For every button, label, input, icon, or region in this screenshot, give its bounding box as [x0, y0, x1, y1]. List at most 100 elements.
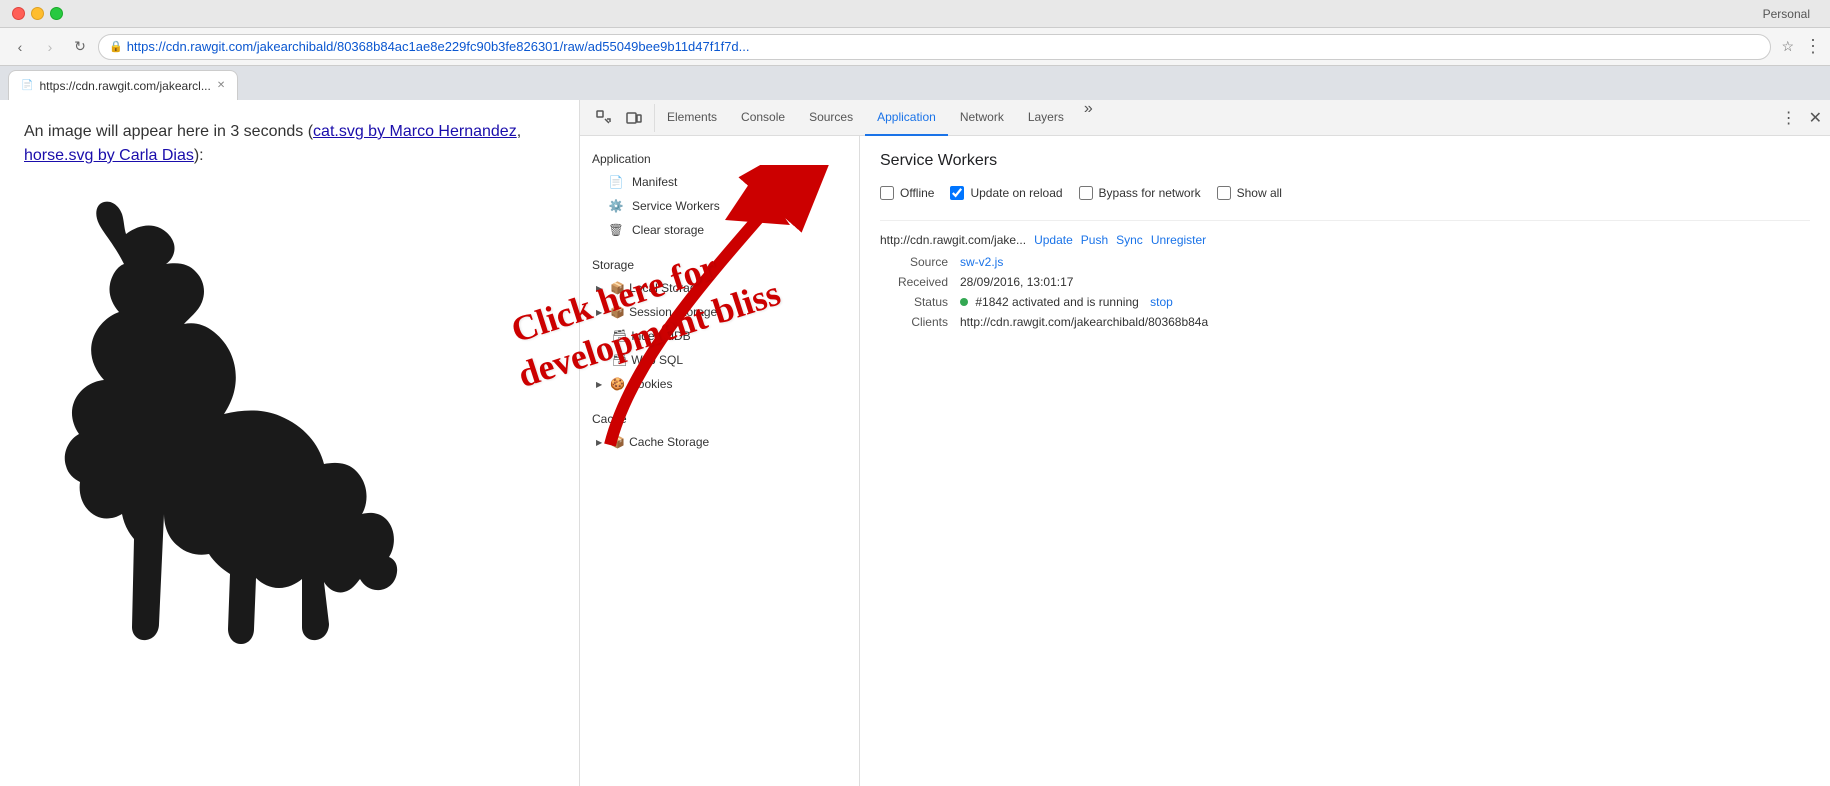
offline-option[interactable]: Offline [880, 186, 934, 200]
devtools-more-button[interactable]: ⋮ [1777, 104, 1801, 132]
sidebar-item-service-workers[interactable]: ⚙️ Service Workers [580, 194, 859, 218]
page-content: An image will appear here in 3 seconds (… [0, 100, 580, 786]
cat-svg-link[interactable]: cat.svg by Marco Hernandez [313, 123, 517, 140]
chrome-menu-button[interactable]: ⋮ [1804, 36, 1822, 57]
title-bar-personal: Personal [63, 7, 1818, 21]
tab-close-button[interactable]: ✕ [217, 80, 225, 91]
sw-options-row: Offline Update on reload Bypass for netw… [880, 186, 1810, 200]
local-storage-arrow: ▶ [596, 284, 602, 293]
sw-unregister-link[interactable]: Unregister [1151, 233, 1206, 247]
bypass-for-network-checkbox[interactable] [1079, 186, 1093, 200]
update-on-reload-label: Update on reload [970, 186, 1062, 200]
websql-icon: 🗃 [612, 353, 627, 367]
page-text-mid: , [517, 123, 521, 140]
sw-push-link[interactable]: Push [1081, 233, 1108, 247]
cookies-icon: 🍪 [610, 377, 625, 391]
devtools-tabs: Elements Console Sources Application [655, 100, 1773, 136]
horse-image [24, 184, 555, 672]
tab-bar: 📄 https://cdn.rawgit.com/jakearcl... ✕ [0, 66, 1830, 100]
sidebar-item-local-storage[interactable]: ▶ 📦 Local Storage [580, 276, 859, 300]
horse-svg-link[interactable]: horse.svg by Carla Dias [24, 147, 194, 164]
offline-checkbox[interactable] [880, 186, 894, 200]
nav-bar: ‹ › ↻ 🔒 https://cdn.rawgit.com/jakearchi… [0, 28, 1830, 66]
sidebar-item-session-storage[interactable]: ▶ 📦 Session Storage [580, 300, 859, 324]
clients-label: Clients [880, 315, 960, 329]
received-value: 28/09/2016, 13:01:17 [960, 275, 1073, 289]
tab-console[interactable]: Console [729, 100, 797, 136]
status-value: #1842 activated and is running stop [960, 295, 1173, 309]
traffic-lights [12, 7, 63, 20]
show-all-checkbox[interactable] [1217, 186, 1231, 200]
show-all-option[interactable]: Show all [1217, 186, 1282, 200]
clear-storage-label: Clear storage [632, 223, 704, 237]
sidebar-item-cookies[interactable]: ▶ 🍪 Cookies [580, 372, 859, 396]
sidebar-item-cache-storage[interactable]: ▶ 📦 Cache Storage [580, 430, 859, 454]
manifest-icon: 📄 [608, 175, 624, 189]
update-on-reload-checkbox[interactable] [950, 186, 964, 200]
page-text-before: An image will appear here in 3 seconds ( [24, 123, 313, 140]
page-text: An image will appear here in 3 seconds (… [24, 120, 555, 168]
devtools-panel: Elements Console Sources Application [580, 100, 1830, 786]
sw-stop-link[interactable]: stop [1150, 295, 1173, 309]
session-storage-label: Session Storage [629, 305, 717, 319]
tab-application[interactable]: Application [865, 100, 948, 136]
service-workers-label: Service Workers [632, 199, 720, 213]
service-workers-icon: ⚙️ [608, 199, 624, 213]
offline-label: Offline [900, 186, 934, 200]
tab-elements[interactable]: Elements [655, 100, 729, 136]
devtools-header-right: ⋮ ✕ [1773, 104, 1826, 132]
device-toggle-button[interactable] [620, 104, 648, 132]
indexeddb-icon: 🗃 [612, 329, 627, 343]
session-storage-icon: 📦 [610, 305, 625, 319]
sidebar-item-manifest[interactable]: 📄 Manifest [580, 170, 859, 194]
forward-button[interactable]: › [38, 35, 62, 59]
received-label: Received [880, 275, 960, 289]
back-button[interactable]: ‹ [8, 35, 32, 59]
tab-sources[interactable]: Sources [797, 100, 865, 136]
sidebar-item-indexeddb[interactable]: 🗃 IndexedDB [580, 324, 859, 348]
reload-button[interactable]: ↻ [68, 35, 92, 59]
local-storage-label: Local Storage [629, 281, 703, 295]
tab-favicon: 📄 [21, 80, 33, 91]
devtools-close-button[interactable]: ✕ [1805, 104, 1826, 132]
websql-label: Web SQL [631, 353, 683, 367]
sidebar-section-cache: Cache [580, 404, 859, 430]
cache-storage-arrow: ▶ [596, 438, 602, 447]
show-all-label: Show all [1237, 186, 1282, 200]
address-bar[interactable]: 🔒 https://cdn.rawgit.com/jakearchibald/8… [98, 34, 1771, 60]
sw-clients-row: Clients http://cdn.rawgit.com/jakearchib… [880, 315, 1810, 329]
panel-title: Service Workers [880, 152, 1810, 170]
tab-layers[interactable]: Layers [1016, 100, 1076, 136]
sidebar-item-clear-storage[interactable]: 🗑 Clear storage [580, 218, 859, 242]
cookies-arrow: ▶ [596, 380, 602, 389]
bypass-for-network-option[interactable]: Bypass for network [1079, 186, 1201, 200]
minimize-traffic-light[interactable] [31, 7, 44, 20]
cache-storage-icon: 📦 [610, 435, 625, 449]
source-link[interactable]: sw-v2.js [960, 255, 1003, 269]
sidebar-item-websql[interactable]: 🗃 Web SQL [580, 348, 859, 372]
bookmark-button[interactable]: ☆ [1781, 38, 1794, 55]
title-bar: Personal [0, 0, 1830, 28]
inspect-element-button[interactable] [590, 104, 618, 132]
tab-more-button[interactable]: » [1076, 100, 1101, 136]
sw-entry: http://cdn.rawgit.com/jake... Update Pus… [880, 220, 1810, 329]
tab-title: https://cdn.rawgit.com/jakearcl... [39, 79, 210, 93]
active-tab[interactable]: 📄 https://cdn.rawgit.com/jakearcl... ✕ [8, 70, 238, 100]
bypass-for-network-label: Bypass for network [1099, 186, 1201, 200]
sw-url: http://cdn.rawgit.com/jake... [880, 233, 1026, 247]
sw-sync-link[interactable]: Sync [1116, 233, 1143, 247]
sidebar-section-storage: Storage [580, 250, 859, 276]
cache-storage-label: Cache Storage [629, 435, 709, 449]
manifest-label: Manifest [632, 175, 677, 189]
page-text-after: ): [194, 147, 204, 164]
maximize-traffic-light[interactable] [50, 7, 63, 20]
status-label: Status [880, 295, 960, 309]
close-traffic-light[interactable] [12, 7, 25, 20]
clients-value: http://cdn.rawgit.com/jakearchibald/8036… [960, 315, 1208, 329]
sw-update-link[interactable]: Update [1034, 233, 1073, 247]
main-area: An image will appear here in 3 seconds (… [0, 100, 1830, 786]
devtools-icon-buttons [584, 104, 655, 132]
update-on-reload-option[interactable]: Update on reload [950, 186, 1062, 200]
url-text: https://cdn.rawgit.com/jakearchibald/803… [127, 39, 750, 54]
tab-network[interactable]: Network [948, 100, 1016, 136]
